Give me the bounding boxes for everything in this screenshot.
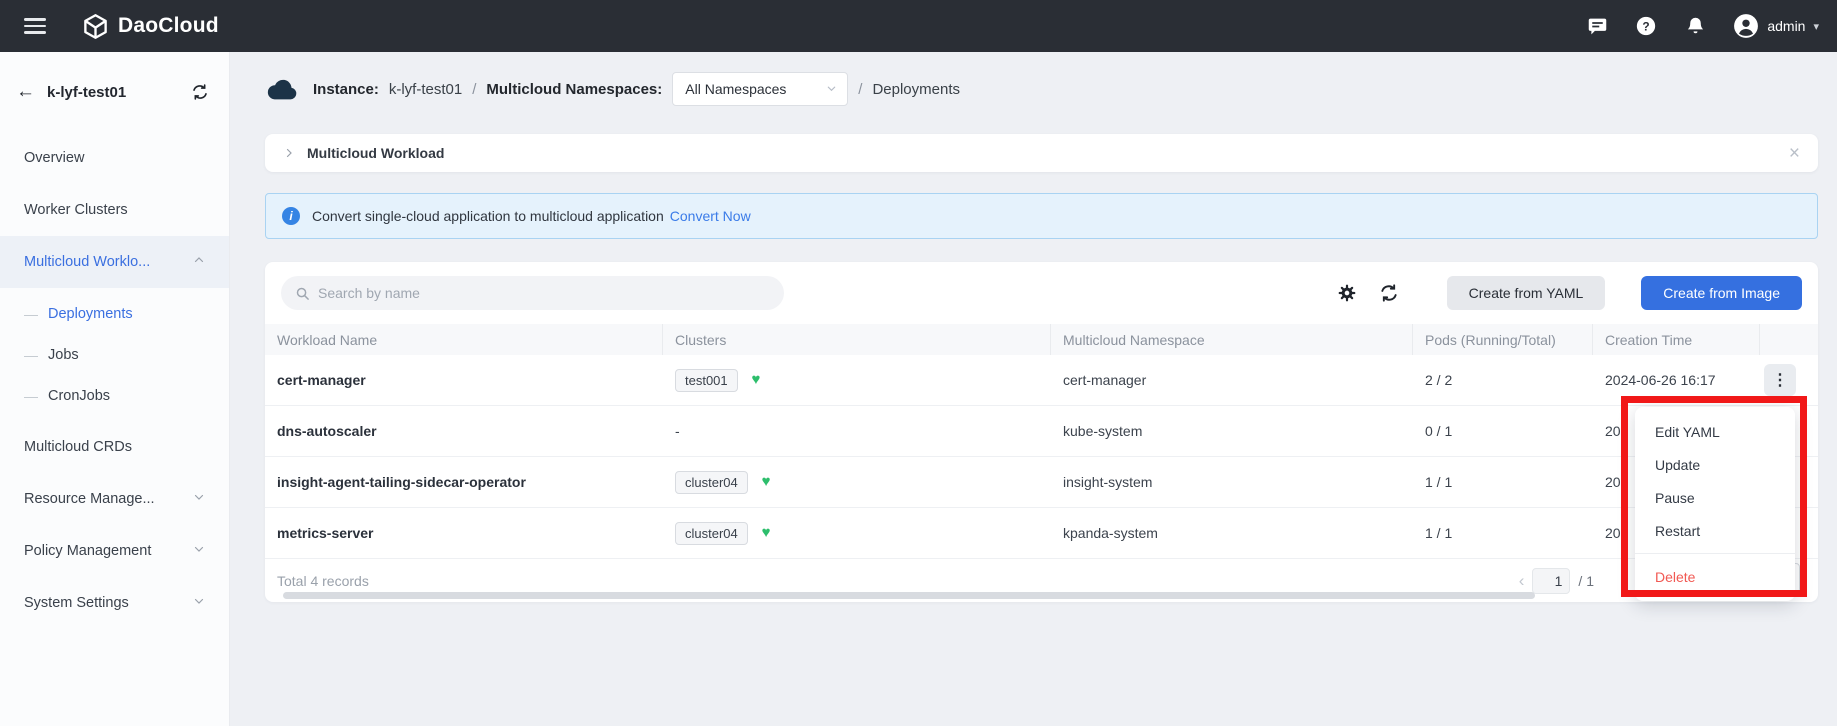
chat-icon[interactable] [1586,15,1608,37]
notifications-bell-icon[interactable] [1684,15,1706,37]
menu-item-pause[interactable]: Pause [1635,481,1795,514]
sidebar-item-multicloud-workload[interactable]: Multicloud Worklo... [0,236,229,288]
sidebar-item-deployments[interactable]: —Deployments [0,293,229,334]
table-row: metrics-server cluster04 ♥ kpanda-system… [265,508,1818,559]
username: admin [1767,18,1805,34]
convert-now-link[interactable]: Convert Now [670,208,751,224]
info-icon: i [282,207,300,225]
breadcrumb: Instance: k-lyf-test01 / Multicloud Name… [265,68,1818,110]
chevron-down-icon [193,595,205,611]
sidebar-item-resource-management[interactable]: Resource Manage... [0,473,229,525]
topbar: DaoCloud ? admin ▾ [0,0,1837,52]
daocloud-logo-icon [82,13,109,40]
menu-item-delete[interactable]: Delete [1635,560,1795,593]
create-from-yaml-button[interactable]: Create from YAML [1447,276,1606,310]
page-total: / 1 [1578,573,1594,589]
instance-value[interactable]: k-lyf-test01 [389,81,462,98]
chevron-down-icon [193,543,205,559]
sidebar-item-worker-clusters[interactable]: Worker Clusters [0,184,229,236]
namespaces-label: Multicloud Namespaces: [486,81,662,98]
chevron-right-icon [283,147,295,159]
sidebar-item-cronjobs[interactable]: —CronJobs [0,375,229,416]
clusters-cell: cluster04 ♥ [663,522,1051,545]
table-row: insight-agent-tailing-sidecar-operator c… [265,457,1818,508]
page-input[interactable] [1532,568,1570,594]
clusters-cell: - [663,423,1051,439]
page-title: Deployments [872,81,960,98]
pagination: ‹ / 1 [1519,568,1594,594]
menu-item-edit-yaml[interactable]: Edit YAML [1635,415,1795,448]
close-icon[interactable]: × [1789,144,1800,163]
workload-name: dns-autoscaler [265,423,663,439]
menu-item-restart[interactable]: Restart [1635,514,1795,547]
horizontal-scrollbar[interactable] [283,592,1535,599]
table-header: Workload Name Clusters Multicloud Namesp… [265,324,1818,355]
column-settings-gear-icon[interactable] [1337,283,1357,303]
chevron-down-icon [193,491,205,507]
health-heart-icon: ♥ [762,524,771,541]
panel-title: Multicloud Workload [307,145,444,161]
sidebar-item-overview[interactable]: Overview [0,132,229,184]
namespace-select[interactable]: All Namespaces [672,72,848,106]
help-icon[interactable]: ? [1635,15,1657,37]
avatar-icon [1733,13,1759,39]
workload-name: metrics-server [265,525,663,541]
row-actions-menu: Edit YAML Update Pause Restart Delete [1635,407,1795,601]
cluster-tag: cluster04 [675,471,748,494]
multicloud-workload-panel-header[interactable]: Multicloud Workload × [265,134,1818,172]
cluster-title: k-lyf-test01 [47,84,191,101]
sidebar-item-multicloud-crds[interactable]: Multicloud CRDs [0,421,229,473]
sidebar-item-policy-management[interactable]: Policy Management [0,525,229,577]
create-from-image-button[interactable]: Create from Image [1641,276,1802,310]
prev-page-icon[interactable]: ‹ [1519,571,1525,591]
sidebar-item-system-settings[interactable]: System Settings [0,577,229,629]
sidebar-item-jobs[interactable]: —Jobs [0,334,229,375]
clusters-cell: cluster04 ♥ [663,471,1051,494]
search-box[interactable] [281,276,784,310]
sidebar: ← k-lyf-test01 Overview Worker Clusters … [0,52,230,726]
menu-toggle-icon[interactable] [24,18,46,34]
back-arrow-icon[interactable]: ← [16,81,35,103]
chevron-down-icon: ▾ [1813,20,1819,33]
instance-label: Instance: [313,81,379,98]
workload-name: insight-agent-tailing-sidecar-operator [265,474,663,490]
workload-name: cert-manager [265,372,663,388]
switch-instance-icon[interactable] [191,83,209,101]
total-records: Total 4 records [277,573,369,589]
row-actions-kebab-icon[interactable]: ⋮ [1764,364,1796,396]
brand-name: DaoCloud [118,14,219,38]
deployments-card: Create from YAML Create from Image Workl… [265,262,1818,602]
user-menu[interactable]: admin ▾ [1733,13,1819,39]
clusters-cell: test001 ♥ [663,369,1051,392]
cluster-tag: cluster04 [675,522,748,545]
convert-info-banner: i Convert single-cloud application to mu… [265,193,1818,239]
chevron-down-icon [826,81,837,97]
search-icon [295,286,310,301]
cluster-tag: test001 [675,369,738,392]
menu-divider [1635,553,1795,554]
search-input[interactable] [318,285,770,301]
chevron-up-icon [193,254,205,270]
svg-text:?: ? [1643,20,1650,34]
refresh-icon[interactable] [1379,283,1399,303]
health-heart-icon: ♥ [752,371,761,388]
brand: DaoCloud [82,13,219,40]
cloud-icon [265,76,299,102]
table-row: dns-autoscaler - kube-system 0 / 1 20 [265,406,1818,457]
banner-text: Convert single-cloud application to mult… [312,208,664,224]
menu-item-update[interactable]: Update [1635,448,1795,481]
table-row: cert-manager test001 ♥ cert-manager 2 / … [265,355,1818,406]
health-heart-icon: ♥ [762,473,771,490]
